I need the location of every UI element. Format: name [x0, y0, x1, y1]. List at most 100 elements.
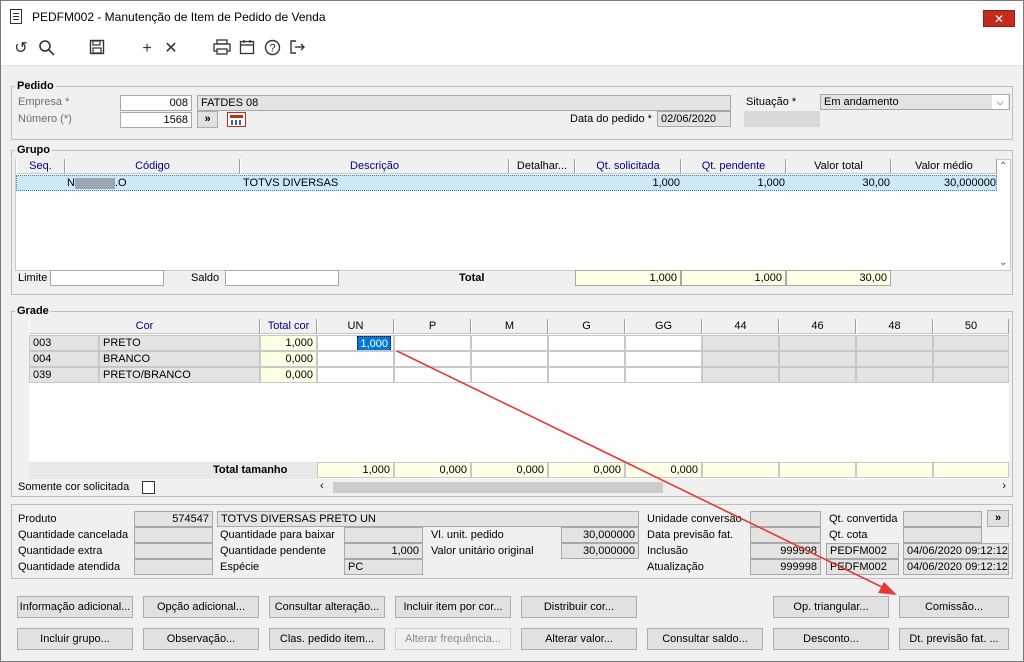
- cor-code-cell[interactable]: 039: [29, 367, 99, 383]
- horizontal-scrollbar[interactable]: ‹ ›: [317, 480, 1009, 494]
- cor-name-cell[interactable]: BRANCO: [99, 351, 260, 367]
- consultar-alteracao-button[interactable]: Consultar alteração...: [269, 596, 385, 618]
- cor-name-cell[interactable]: PRETO/BRANCO: [99, 367, 260, 383]
- grupo-header: Seq. Código Descrição Detalhar... Qt. so…: [16, 159, 997, 174]
- calendar-icon[interactable]: [237, 39, 257, 59]
- p-cell[interactable]: [394, 367, 471, 383]
- col-48[interactable]: 48: [856, 319, 933, 334]
- m-cell[interactable]: [471, 351, 548, 367]
- inclusao-dt: 04/06/2020 09:12:12: [903, 543, 1009, 559]
- limite-label: Limite: [18, 272, 48, 284]
- more-button[interactable]: »: [987, 510, 1009, 527]
- g-cell[interactable]: [548, 367, 625, 383]
- scroll-left-icon[interactable]: ‹: [320, 480, 324, 492]
- m-cell[interactable]: [471, 367, 548, 383]
- scroll-down-icon[interactable]: ⌄: [999, 257, 1007, 268]
- saldo-field[interactable]: [225, 270, 339, 286]
- empresa-field[interactable]: 008: [120, 95, 192, 111]
- distribuir-cor-button[interactable]: Distribuir cor...: [521, 596, 637, 618]
- qt-extra-label: Quantidade extra: [18, 545, 103, 557]
- un-cell[interactable]: [317, 351, 394, 367]
- col-44[interactable]: 44: [702, 319, 779, 334]
- numero-field[interactable]: 1568: [120, 112, 192, 128]
- consultar-saldo-button[interactable]: Consultar saldo...: [647, 628, 763, 650]
- p-cell[interactable]: [394, 335, 471, 351]
- situacao-label: Situação *: [746, 96, 797, 108]
- delete-icon[interactable]: ✕: [161, 39, 181, 59]
- incluir-item-cor-button[interactable]: Incluir item por cor...: [395, 596, 511, 618]
- gg-cell[interactable]: [625, 367, 702, 383]
- help-icon[interactable]: ?: [262, 39, 282, 59]
- total-qt-solicitada: 1,000: [575, 270, 681, 286]
- col-cor[interactable]: Cor: [29, 319, 260, 334]
- gg-cell[interactable]: [625, 335, 702, 351]
- col-seq[interactable]: Seq.: [16, 159, 65, 174]
- add-icon[interactable]: +: [137, 39, 157, 59]
- total-p: 0,000: [394, 462, 471, 478]
- col-descricao[interactable]: Descrição: [240, 159, 509, 174]
- close-button[interactable]: ✕: [983, 10, 1015, 27]
- comissao-button[interactable]: Comissão...: [899, 596, 1009, 618]
- print-icon[interactable]: [212, 39, 232, 59]
- size-50-cell: [933, 335, 1009, 351]
- grupo-valor-total: 30,00: [862, 177, 890, 189]
- size-44-cell: [702, 351, 779, 367]
- cor-code-cell[interactable]: 003: [29, 335, 99, 351]
- col-g[interactable]: G: [548, 319, 625, 334]
- scrollbar-thumb[interactable]: [333, 482, 663, 493]
- data-prev-label: Data previsão fat.: [647, 529, 734, 541]
- cor-code-cell[interactable]: 004: [29, 351, 99, 367]
- grupo-table-row[interactable]: N .O TOTVS DIVERSAS 1,000 1,000 30,00 30…: [16, 175, 997, 191]
- clas-pedido-button[interactable]: Clas. pedido item...: [269, 628, 385, 650]
- col-detalhar[interactable]: Detalhar...: [509, 159, 575, 174]
- search-icon[interactable]: [37, 39, 57, 59]
- observacao-button[interactable]: Observação...: [143, 628, 259, 650]
- navigate-button[interactable]: »: [197, 111, 218, 128]
- produto-code-field: 574547: [134, 511, 213, 527]
- p-cell[interactable]: [394, 351, 471, 367]
- col-46[interactable]: 46: [779, 319, 856, 334]
- alterar-frequencia-button[interactable]: Alterar frequência...: [395, 628, 511, 650]
- col-qt-solicitada[interactable]: Qt. solicitada: [575, 159, 681, 174]
- col-valor-total[interactable]: Valor total: [786, 159, 891, 174]
- gg-cell[interactable]: [625, 351, 702, 367]
- somente-cor-label: Somente cor solicitada: [18, 481, 130, 493]
- col-gg[interactable]: GG: [625, 319, 702, 334]
- un-cell[interactable]: [317, 367, 394, 383]
- col-codigo[interactable]: Código: [65, 159, 240, 174]
- desconto-button[interactable]: Desconto...: [773, 628, 889, 650]
- inclusao-label: Inclusão: [647, 545, 688, 557]
- toolbar: ↺ + ✕ ?: [1, 31, 1023, 66]
- total-tamanho-label: Total tamanho: [213, 464, 288, 476]
- col-total-cor[interactable]: Total cor: [260, 319, 317, 334]
- situacao-select[interactable]: Em andamento ⌵: [820, 94, 1010, 110]
- cor-name-cell[interactable]: PRETO: [99, 335, 260, 351]
- col-m[interactable]: M: [471, 319, 548, 334]
- somente-cor-checkbox[interactable]: [142, 481, 155, 494]
- opcao-adicional-button[interactable]: Opção adicional...: [143, 596, 259, 618]
- scroll-up-icon[interactable]: ⌃: [999, 161, 1007, 172]
- col-valor-medio[interactable]: Valor médio: [891, 159, 997, 174]
- col-qt-pendente[interactable]: Qt. pendente: [681, 159, 786, 174]
- scroll-right-icon[interactable]: ›: [1002, 480, 1006, 492]
- g-cell[interactable]: [548, 335, 625, 351]
- info-adicional-button[interactable]: Informação adicional...: [17, 596, 133, 618]
- col-un[interactable]: UN: [317, 319, 394, 334]
- op-triangular-button[interactable]: Op. triangular...: [773, 596, 889, 618]
- data-pedido-field: 02/06/2020: [657, 111, 731, 127]
- m-cell[interactable]: [471, 335, 548, 351]
- col-p[interactable]: P: [394, 319, 471, 334]
- save-icon[interactable]: [87, 39, 107, 59]
- alterar-valor-button[interactable]: Alterar valor...: [521, 628, 637, 650]
- dt-previsao-button[interactable]: Dt. previsão fat. ...: [899, 628, 1009, 650]
- col-50[interactable]: 50: [933, 319, 1009, 334]
- g-cell[interactable]: [548, 351, 625, 367]
- un-cell[interactable]: 1,000: [317, 335, 394, 351]
- limite-field[interactable]: [50, 270, 164, 286]
- produto-name-field: TOTVS DIVERSAS PRETO UN: [217, 511, 639, 527]
- undo-icon[interactable]: ↺: [11, 39, 31, 59]
- exit-icon[interactable]: [287, 39, 307, 59]
- incluir-grupo-button[interactable]: Incluir grupo...: [17, 628, 133, 650]
- qt-cota-label: Qt. cota: [829, 529, 868, 541]
- pedido-calendar-icon[interactable]: [227, 112, 246, 127]
